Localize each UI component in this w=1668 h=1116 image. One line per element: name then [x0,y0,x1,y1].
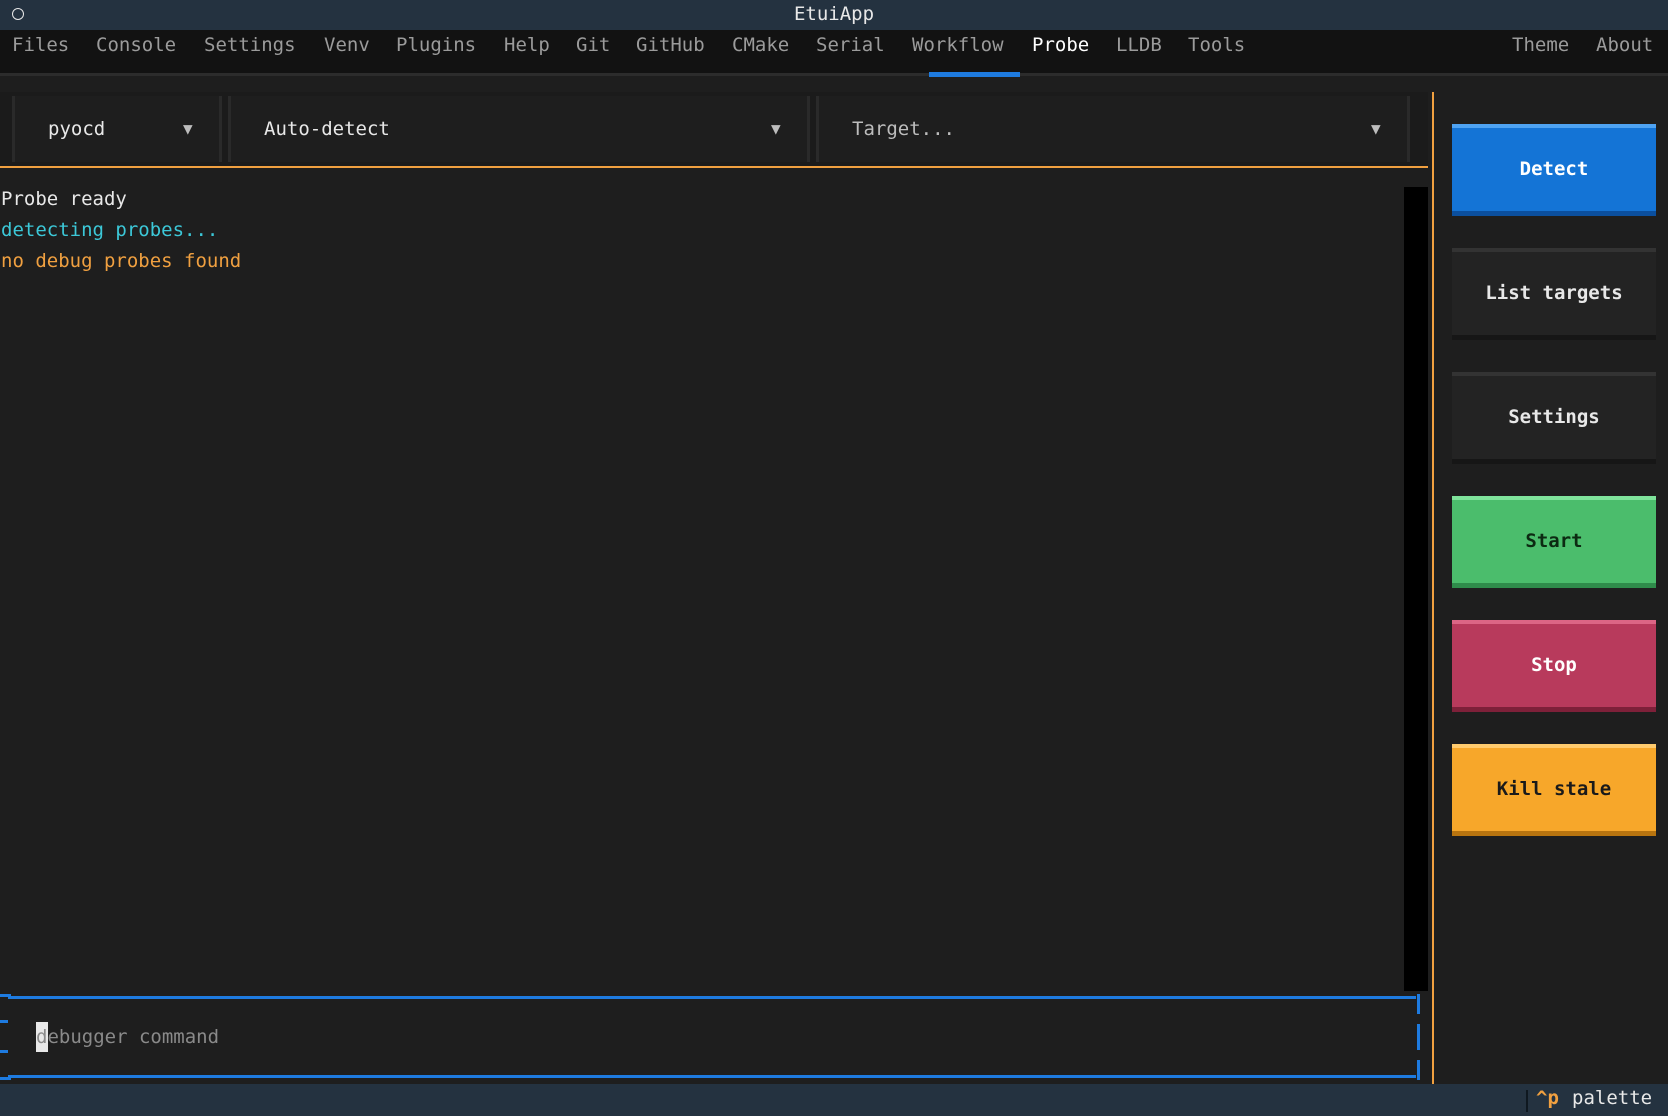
menu-item-probe[interactable]: Probe [1032,34,1089,56]
list-targets-button[interactable]: List targets [1452,248,1656,340]
debugger-command-input[interactable] [36,1021,1396,1053]
window-title: EtuiApp [793,3,875,25]
menu-item-lldb[interactable]: LLDB [1116,34,1162,56]
chevron-down-icon: ▼ [183,119,193,138]
menu-item-cmake[interactable]: CMake [732,34,789,56]
log-line: Probe ready [1,188,127,210]
menu-item-settings[interactable]: Settings [204,34,296,56]
active-tab-indicator [929,72,1020,77]
target-select-placeholder: Target... [852,118,955,140]
target-select[interactable]: Target... ▼ [816,96,1410,162]
menu-bar: Files Console Settings Venv Plugins Help… [0,30,1668,74]
title-bar: EtuiApp [0,0,1668,30]
menu-item-files[interactable]: Files [12,34,69,56]
menu-item-serial[interactable]: Serial [816,34,885,56]
settings-button[interactable]: Settings [1452,372,1656,464]
log-scrollbar[interactable] [1404,187,1428,991]
menu-item-git[interactable]: Git [576,34,610,56]
probe-select[interactable]: Auto-detect ▼ [228,96,810,162]
menu-item-tools[interactable]: Tools [1188,34,1245,56]
tool-select-value: pyocd [48,118,106,140]
kill-stale-button[interactable]: Kill stale [1452,744,1656,836]
chevron-down-icon: ▼ [771,119,781,138]
log-output: Probe ready detecting probes... no debug… [0,184,1400,989]
menu-item-console[interactable]: Console [96,34,176,56]
input-border-right [1417,994,1420,1080]
menu-item-theme[interactable]: Theme [1512,34,1569,56]
stop-button[interactable]: Stop [1452,620,1656,712]
app-window: EtuiApp Files Console Settings Venv Plug… [0,0,1668,1116]
probe-select-value: Auto-detect [264,118,390,140]
chevron-down-icon: ▼ [1371,119,1381,138]
status-bar [0,1084,1668,1116]
menu-item-venv[interactable]: Venv [324,34,370,56]
menu-divider [0,73,1668,76]
log-line: detecting probes... [1,219,219,241]
menu-item-about[interactable]: About [1596,34,1653,56]
panel-divider [1432,92,1434,1084]
detect-button[interactable]: Detect [1452,124,1656,216]
menu-item-plugins[interactable]: Plugins [396,34,476,56]
status-separator [1526,1090,1528,1112]
log-line: no debug probes found [1,250,242,272]
palette-shortcut-label[interactable]: palette [1572,1087,1652,1109]
menu-item-help[interactable]: Help [504,34,550,56]
menu-item-workflow[interactable]: Workflow [912,34,1004,56]
probe-options-row: pyocd ▼ Auto-detect ▼ Target... ▼ [0,92,1428,168]
tool-select[interactable]: pyocd ▼ [12,96,222,162]
palette-shortcut-key[interactable]: ^p [1536,1087,1559,1109]
menu-item-github[interactable]: GitHub [636,34,705,56]
start-button[interactable]: Start [1452,496,1656,588]
